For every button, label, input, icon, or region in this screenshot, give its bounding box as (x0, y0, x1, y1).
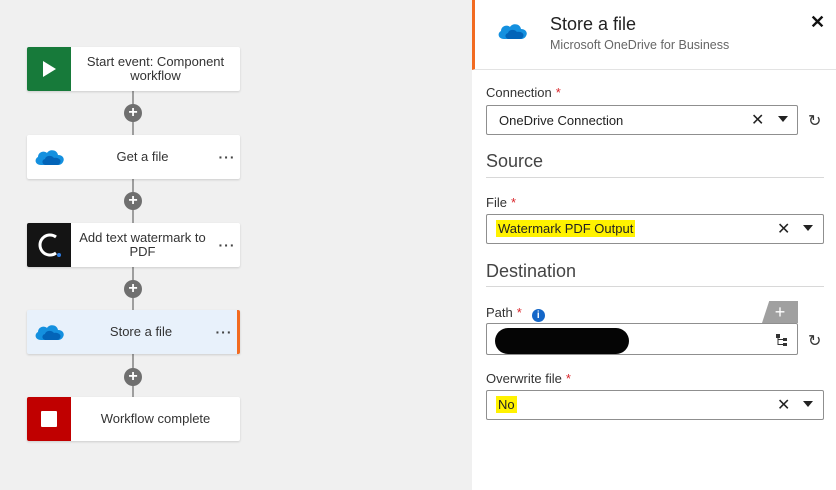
clear-icon[interactable]: ✕ (751, 110, 764, 130)
required-marker: * (555, 85, 561, 100)
info-icon[interactable]: i (531, 309, 545, 322)
overwrite-label-text: Overwrite file (486, 371, 562, 386)
workflow-canvas: Start event: Component workflow Get a fi… (0, 0, 472, 490)
clear-icon[interactable]: ✕ (777, 395, 790, 415)
add-step-button[interactable] (124, 280, 142, 298)
node-label: Workflow complete (100, 411, 211, 426)
chevron-down-icon[interactable] (803, 225, 813, 231)
converter-logo-icon (27, 223, 71, 267)
file-label: File * (486, 195, 516, 210)
node-get-a-file[interactable]: Get a file ··· (27, 135, 240, 179)
node-label: Get a file (116, 149, 169, 164)
chevron-down-icon[interactable] (778, 116, 788, 122)
panel-header: Store a file Microsoft OneDrive for Busi… (472, 0, 836, 70)
section-heading-destination: Destination (486, 261, 577, 281)
configuration-panel: Store a file Microsoft OneDrive for Busi… (472, 0, 836, 490)
add-step-button[interactable] (124, 192, 142, 210)
refresh-icon[interactable]: ↻ (808, 111, 821, 131)
node-label: Add text watermark to PDF (79, 230, 206, 259)
close-icon[interactable]: ✕ (810, 12, 825, 33)
divider (486, 177, 824, 178)
node-menu-button[interactable]: ··· (211, 324, 237, 340)
node-workflow-complete[interactable]: Workflow complete (27, 397, 240, 441)
onedrive-cloud-icon (27, 135, 71, 179)
add-path-button[interactable]: + (762, 301, 798, 323)
section-heading-source: Source (486, 151, 544, 171)
onedrive-cloud-icon (495, 20, 529, 47)
onedrive-cloud-icon (27, 310, 71, 354)
redacted-value (495, 328, 629, 354)
panel-subtitle: Microsoft OneDrive for Business (550, 38, 730, 52)
file-select[interactable]: Watermark PDF Output ✕ (486, 214, 824, 244)
connection-select[interactable]: OneDrive Connection ✕ (486, 105, 798, 135)
stop-icon (27, 397, 71, 441)
file-value: Watermark PDF Output (496, 220, 636, 237)
overwrite-value: No (496, 396, 517, 413)
path-label-text: Path (486, 305, 513, 320)
node-menu-button[interactable]: ··· (214, 149, 240, 165)
connection-value: OneDrive Connection (499, 113, 624, 128)
required-marker: * (516, 305, 522, 320)
overwrite-select[interactable]: No ✕ (486, 390, 824, 420)
clear-icon[interactable]: ✕ (777, 219, 790, 239)
divider (486, 286, 824, 287)
file-label-text: File (486, 195, 507, 210)
required-marker: * (565, 371, 571, 386)
connection-label-text: Connection (486, 85, 552, 100)
add-step-button[interactable] (124, 104, 142, 122)
overwrite-label: Overwrite file * (486, 371, 571, 386)
node-store-a-file[interactable]: Store a file ··· (27, 310, 240, 354)
add-step-button[interactable] (124, 368, 142, 386)
play-icon (27, 47, 71, 91)
refresh-icon[interactable]: ↻ (808, 331, 821, 351)
node-start-event[interactable]: Start event: Component workflow (27, 47, 240, 91)
node-menu-button[interactable]: ··· (214, 237, 240, 253)
connection-label: Connection * (486, 85, 561, 100)
path-label: Path * i (486, 305, 545, 322)
node-label: Start event: Component workflow (86, 54, 225, 83)
required-marker: * (510, 195, 517, 210)
folder-tree-icon[interactable] (775, 333, 789, 352)
node-label: Store a file (109, 324, 173, 339)
path-input[interactable] (486, 323, 798, 355)
node-add-text-watermark[interactable]: Add text watermark to PDF ··· (27, 223, 240, 267)
panel-title: Store a file (550, 14, 637, 34)
chevron-down-icon[interactable] (803, 401, 813, 407)
